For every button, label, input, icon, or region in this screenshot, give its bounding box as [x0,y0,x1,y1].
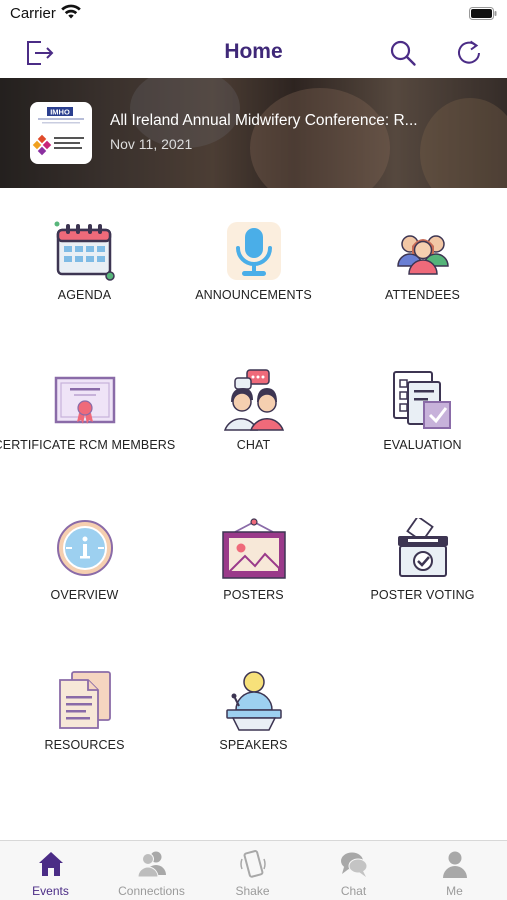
refresh-button[interactable] [452,36,486,70]
tab-chat[interactable]: Chat [303,841,404,900]
menu-item-agenda[interactable]: AGENDA [0,198,169,348]
calendar-icon [54,221,115,281]
tab-bar: Events Connections Shake Chat Me [0,840,507,900]
tab-me[interactable]: Me [404,841,505,900]
navigation-bar: Home [0,28,507,78]
page-title: Home [224,40,283,63]
menu-item-posters[interactable]: POSTERS [169,498,338,648]
tab-shake[interactable]: Shake [202,841,303,900]
menu-label: ANNOUNCEMENTS [195,288,312,302]
menu-item-evaluation[interactable]: EVALUATION [338,348,507,498]
event-date: Nov 11, 2021 [110,136,193,152]
menu-label: OVERVIEW [50,588,119,602]
tab-connections[interactable]: Connections [101,841,202,900]
menu-label: AGENDA [57,288,112,302]
people-group-icon [396,235,449,275]
event-logo: IMHO [30,102,92,164]
menu-item-speakers[interactable]: SPEAKERS [169,648,338,798]
menu-label: CHAT [236,438,271,452]
tab-events[interactable]: Events [0,841,101,900]
menu-label: SPEAKERS [219,738,288,752]
battery-icon [469,7,497,20]
tab-label: Chat [340,884,367,898]
status-bar: Carrier [0,0,507,28]
user-icon [442,851,467,878]
menu-label: CERTIFICATE RCM MEMBERS [0,438,176,452]
carrier-label: Carrier [10,5,56,22]
chat-bubble-icon [340,852,367,877]
event-title: All Ireland Annual Midwifery Conference:… [110,112,418,129]
shake-phone-icon [239,850,266,878]
clipboard-check-icon [392,371,451,429]
tab-label: Shake [235,884,270,898]
menu-item-attendees[interactable]: ATTENDEES [338,198,507,348]
search-button[interactable] [386,36,420,70]
menu-item-announcements[interactable]: ANNOUNCEMENTS [169,198,338,348]
menu-item-resources[interactable]: RESOURCES [0,648,169,798]
home-icon [38,852,63,876]
documents-icon [58,671,111,729]
menu-item-certificate-rcm-members[interactable]: CERTIFICATE RCM MEMBERS [0,348,175,498]
menu-label: EVALUATION [383,438,462,452]
wifi-icon [61,4,81,19]
menu-item-chat[interactable]: CHAT [169,348,338,498]
certificate-icon [54,376,115,424]
menu-label: RESOURCES [44,738,125,752]
connections-icon [136,851,166,878]
chat-people-icon [223,369,284,431]
microphone-icon [226,222,281,280]
tab-label: Connections [118,884,185,898]
menu-item-poster-voting[interactable]: POSTER VOTING [338,498,507,648]
tab-label: Me [446,884,463,898]
menu-label: POSTER VOTING [370,588,475,602]
menu-item-overview[interactable]: OVERVIEW [0,498,169,648]
refresh-icon [458,40,480,64]
svg-text:IMHO: IMHO [50,108,70,117]
menu-label: POSTERS [223,588,284,602]
framed-picture-icon [221,518,286,579]
search-icon [390,40,416,66]
menu-label: ATTENDEES [385,288,460,302]
event-logo-image: IMHO [32,107,84,156]
info-circle-icon [56,520,113,576]
speaker-podium-icon [225,671,282,731]
ballot-box-icon [397,518,448,577]
tab-label: Events [32,884,69,898]
